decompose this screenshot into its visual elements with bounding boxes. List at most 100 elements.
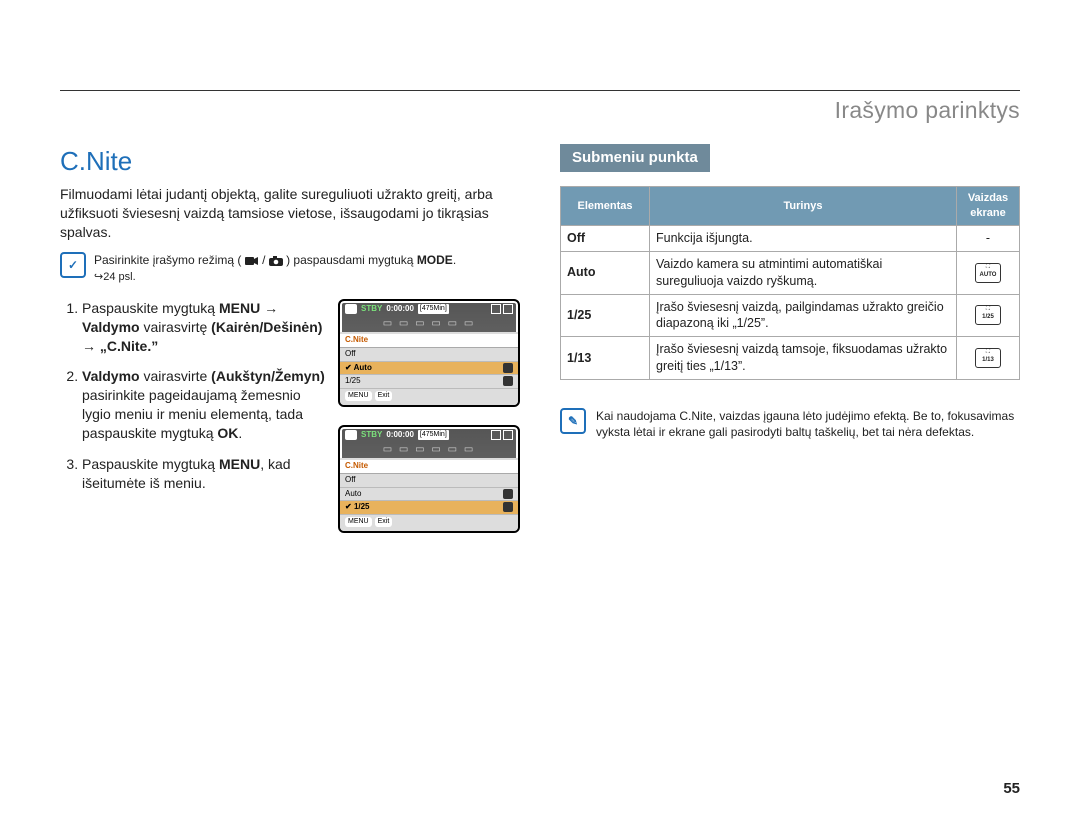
cell-element: 1/25	[561, 294, 650, 337]
auto-mode-icon	[503, 489, 513, 499]
step3-a: Paspauskite mygtuką	[82, 456, 219, 472]
section-title: C.Nite	[60, 144, 520, 179]
camera-screen-2: STBY 0:00:00 [475Min] ▭ ▭ ▭ ▭ ▭ ▭ C.Nite…	[338, 425, 520, 533]
shutter-125-icon	[503, 376, 513, 386]
step1-a: Paspauskite mygtuką	[82, 300, 219, 316]
menu-pill: MENU	[345, 517, 372, 526]
step2-ok: OK	[217, 425, 238, 441]
exit-pill: Exit	[375, 391, 393, 400]
table-row: OffFunkcija išjungta.-	[561, 225, 1020, 251]
intro-text: Filmuodami lėtai judantį objektą, galite…	[60, 185, 520, 242]
step2-valdymo: Valdymo	[82, 368, 140, 384]
step1-valdymo: Valdymo	[82, 319, 140, 335]
toolbar-icons: ▭ ▭ ▭ ▭ ▭ ▭	[340, 443, 518, 459]
menu-pill: MENU	[345, 391, 372, 400]
menu-item-auto: Auto	[340, 488, 518, 502]
camera-icon	[269, 256, 283, 266]
screenshots: STBY 0:00:00 [475Min] ▭ ▭ ▭ ▭ ▭ ▭ C.Nite…	[338, 299, 520, 551]
step2-f: .	[238, 425, 242, 441]
header-rule	[60, 90, 1020, 91]
battery-icon	[491, 430, 513, 440]
mode-note-pre: Pasirinkite įrašymo režimą (	[94, 253, 241, 267]
menu-item-auto: ✔ Auto	[340, 362, 518, 376]
rec-time: 0:00:00	[386, 304, 414, 315]
cell-desc: Vaizdo kamera su atmintimi automatiškai …	[650, 251, 957, 294]
menu-item-off-label: Off	[345, 349, 356, 360]
mode-note: ✓ Pasirinkite įrašymo režimą ( / ) paspa…	[60, 252, 520, 285]
check-icon: ✓	[60, 252, 86, 278]
th-screen-b: ekrane	[970, 207, 1005, 219]
shutter-125-icon	[503, 502, 513, 512]
remaining-min: [475Min]	[418, 304, 449, 313]
step-2: Valdymo vairasvirte (Aukštyn/Žemyn) pasi…	[82, 367, 326, 443]
page-ref: ↪24 psl.	[94, 271, 136, 283]
tip-note: ✎ Kai naudojama C.Nite, vaizdas įgauna l…	[560, 408, 1020, 440]
mode-note-text: Pasirinkite įrašymo režimą ( / ) paspaus…	[94, 252, 456, 285]
breadcrumb: Irašymo parinktys	[60, 97, 1020, 124]
cell-icon: ⛶1/25	[957, 294, 1020, 337]
step-3: Paspauskite mygtuką MENU, kad išeitumėte…	[82, 455, 326, 493]
screen-menu-title: C.Nite	[340, 334, 518, 348]
menu-item-off-label: Off	[345, 475, 356, 486]
menu-item-off: Off	[340, 474, 518, 488]
cell-element: Off	[561, 225, 650, 251]
th-element: Elementas	[561, 187, 650, 226]
rec-mode-icon	[345, 304, 357, 314]
auto-mode-icon	[503, 363, 513, 373]
submenu-heading: Submeniu punkta	[560, 144, 710, 172]
cell-icon: -	[957, 225, 1020, 251]
steps: Paspauskite mygtuką MENU → Valdymo vaira…	[60, 299, 326, 551]
cell-element: Auto	[561, 251, 650, 294]
menu-item-auto-label: Auto	[354, 363, 372, 372]
left-column: C.Nite Filmuodami lėtai judantį objektą,…	[60, 144, 520, 561]
cell-desc: Įrašo šviesesnį vaizdą tamsoje, fiksuoda…	[650, 337, 957, 380]
mode-note-post: ) paspausdami mygtuką	[286, 253, 417, 267]
table-row: 1/13Įrašo šviesesnį vaizdą tamsoje, fiks…	[561, 337, 1020, 380]
cell-desc: Įrašo šviesesnį vaizdą, pailgindamas užr…	[650, 294, 957, 337]
stby-label: STBY	[361, 304, 382, 315]
menu-item-125: 1/25	[340, 375, 518, 389]
toolbar-icons: ▭ ▭ ▭ ▭ ▭ ▭	[340, 317, 518, 333]
mode-icon: ⛶1/13	[975, 348, 1001, 368]
cell-element: 1/13	[561, 337, 650, 380]
table-row: AutoVaizdo kamera su atmintimi automatiš…	[561, 251, 1020, 294]
th-screen: Vaizdas ekrane	[957, 187, 1020, 226]
step2-dir: (Aukštyn/Žemyn)	[211, 368, 325, 384]
tip-text: Kai naudojama C.Nite, vaizdas įgauna lėt…	[596, 408, 1020, 440]
menu-item-auto-label: Auto	[345, 489, 361, 500]
stby-label: STBY	[361, 430, 382, 441]
step3-menu: MENU	[219, 456, 260, 472]
screen-menu-title: C.Nite	[340, 460, 518, 474]
step1-arrow1: →	[260, 300, 278, 316]
remaining-min: [475Min]	[418, 430, 449, 439]
th-screen-a: Vaizdas	[968, 192, 1008, 204]
menu-item-125-label: 1/25	[354, 502, 370, 511]
th-content: Turinys	[650, 187, 957, 226]
rec-mode-icon	[345, 430, 357, 440]
right-column: Submeniu punkta Elementas Turinys Vaizda…	[560, 144, 1020, 561]
step2-b: vairasvirte	[140, 368, 212, 384]
options-table: Elementas Turinys Vaizdas ekrane OffFunkc…	[560, 186, 1020, 380]
step1-d: vairasvirtę	[140, 319, 212, 335]
battery-icon	[491, 304, 513, 314]
mode-note-bold: MODE	[417, 253, 453, 267]
mode-note-end: .	[453, 253, 456, 267]
cell-desc: Funkcija išjungta.	[650, 225, 957, 251]
video-icon	[245, 256, 259, 266]
cell-icon: ⛶AUTO	[957, 251, 1020, 294]
cell-icon: ⛶1/13	[957, 337, 1020, 380]
step1-dir: (Kairėn/Dešinėn)	[211, 319, 322, 335]
camera-screen-1: STBY 0:00:00 [475Min] ▭ ▭ ▭ ▭ ▭ ▭ C.Nite…	[338, 299, 520, 407]
step1-cnite: „C.Nite.”	[100, 338, 158, 354]
step1-arrow2: →	[82, 338, 100, 354]
step-1: Paspauskite mygtuką MENU → Valdymo vaira…	[82, 299, 326, 356]
screen-exit-row: MENUExit	[340, 389, 518, 402]
screen-exit-row: MENUExit	[340, 515, 518, 528]
menu-item-125-label: 1/25	[345, 376, 361, 387]
mode-note-slash: /	[262, 253, 269, 267]
mode-icon: ⛶1/25	[975, 305, 1001, 325]
exit-pill: Exit	[375, 517, 393, 526]
step2-d: pasirinkite pageidaujamą žemesnio lygio …	[82, 387, 303, 441]
mode-icon: ⛶AUTO	[975, 263, 1001, 283]
menu-item-125: ✔ 1/25	[340, 501, 518, 515]
